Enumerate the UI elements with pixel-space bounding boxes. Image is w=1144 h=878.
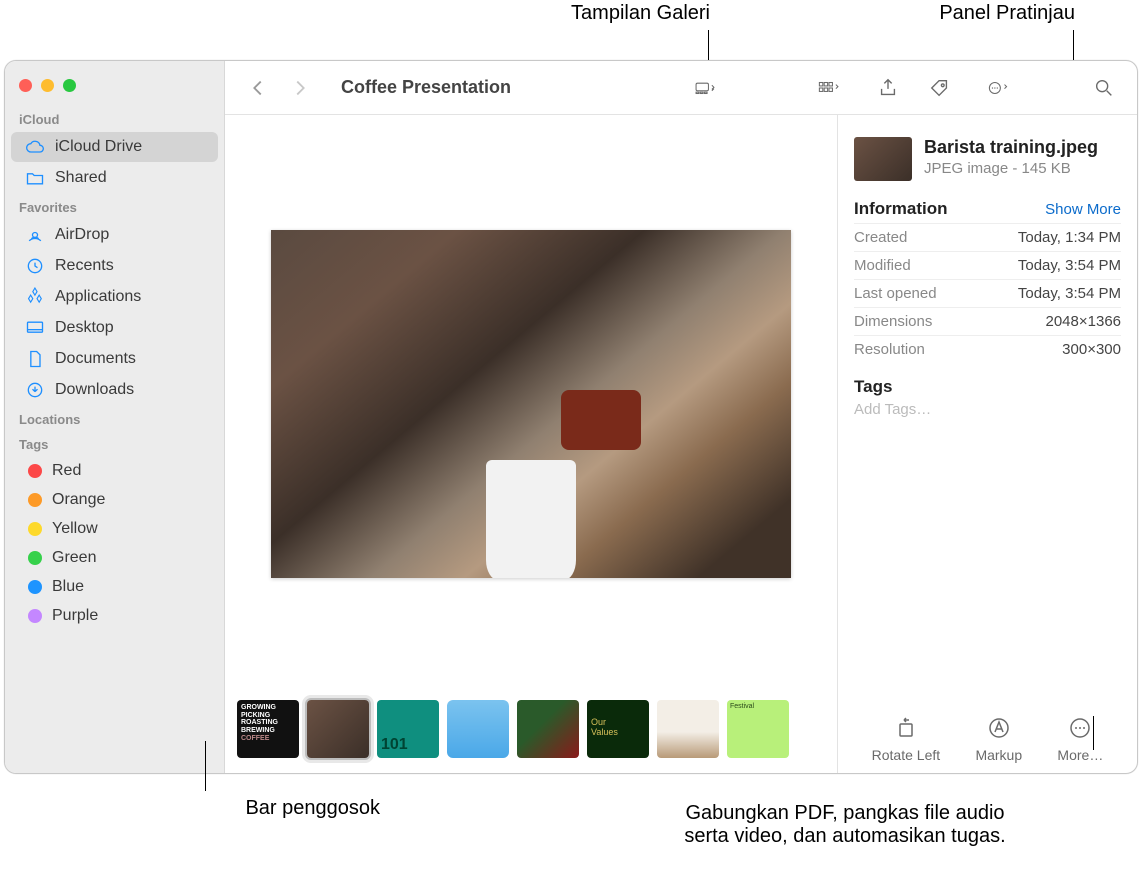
callout-preview-panel: Panel Pratinjau <box>855 2 1075 25</box>
sidebar-item-label: Purple <box>52 607 98 625</box>
preview-stage <box>225 115 837 693</box>
sidebar-item-label: iCloud Drive <box>55 138 142 156</box>
sidebar-tag-orange[interactable]: Orange <box>11 486 218 514</box>
sidebar-section-locations: Locations <box>5 406 224 431</box>
back-button[interactable] <box>241 74 275 102</box>
tag-dot-icon <box>28 551 42 565</box>
tag-dot-icon <box>28 522 42 536</box>
sidebar-tag-blue[interactable]: Blue <box>11 573 218 601</box>
cloud-icon <box>25 137 45 157</box>
view-mode-gallery-button[interactable] <box>681 74 729 102</box>
sidebar-item-label: Desktop <box>55 319 114 337</box>
gallery-area: GROWINGPICKINGROASTINGBREWINGCOFFEE 101 … <box>225 115 837 773</box>
callout-scrubber-bar: Bar penggosok <box>120 797 380 820</box>
main-area: Coffee Presentation GROWINGPICKINGROASTI… <box>225 61 1137 773</box>
thumb-item[interactable]: GROWINGPICKINGROASTINGBREWINGCOFFEE <box>237 700 299 758</box>
more-icon <box>1066 715 1094 741</box>
tags-header: Tags <box>854 377 1121 397</box>
fullscreen-button[interactable] <box>63 79 76 92</box>
preview-thumbnail <box>854 137 912 181</box>
doc-icon <box>25 349 45 369</box>
info-row-created: CreatedToday, 1:34 PM <box>854 223 1121 251</box>
sidebar-item-applications[interactable]: Applications <box>11 282 218 312</box>
tag-dot-icon <box>28 609 42 623</box>
sidebar-item-label: Recents <box>55 257 114 275</box>
thumb-item-folder[interactable] <box>447 700 509 758</box>
airdrop-icon <box>25 225 45 245</box>
group-by-button[interactable] <box>805 74 853 102</box>
sidebar-tag-yellow[interactable]: Yellow <box>11 515 218 543</box>
info-row-last-opened: Last openedToday, 3:54 PM <box>854 279 1121 307</box>
thumb-item[interactable] <box>657 700 719 758</box>
clock-icon <box>25 256 45 276</box>
tags-button[interactable] <box>923 74 957 102</box>
sidebar-item-label: AirDrop <box>55 226 109 244</box>
folder-shared-icon <box>25 168 45 188</box>
thumb-item[interactable]: 101 <box>377 700 439 758</box>
finder-window: iCloud iCloud Drive Shared Favorites Air… <box>4 60 1138 774</box>
sidebar-item-label: Green <box>52 549 96 567</box>
sidebar-section-favorites: Favorites <box>5 194 224 219</box>
sidebar-item-icloud-drive[interactable]: iCloud Drive <box>11 132 218 162</box>
thumb-item[interactable] <box>307 700 369 758</box>
sidebar-item-label: Red <box>52 462 81 480</box>
forward-button[interactable] <box>283 74 317 102</box>
toolbar: Coffee Presentation <box>225 61 1137 115</box>
window-controls <box>5 69 224 106</box>
info-row-modified: ModifiedToday, 3:54 PM <box>854 251 1121 279</box>
preview-file-name: Barista training.jpeg <box>924 137 1098 158</box>
tag-dot-icon <box>28 464 42 478</box>
tag-dot-icon <box>28 580 42 594</box>
sidebar-item-documents[interactable]: Documents <box>11 344 218 374</box>
sidebar-item-recents[interactable]: Recents <box>11 251 218 281</box>
info-row-resolution: Resolution300×300 <box>854 335 1121 363</box>
share-button[interactable] <box>871 74 905 102</box>
info-header: Information <box>854 199 948 219</box>
close-button[interactable] <box>19 79 32 92</box>
more-actions-button[interactable] <box>975 74 1023 102</box>
sidebar-item-downloads[interactable]: Downloads <box>11 375 218 405</box>
sidebar-tag-red[interactable]: Red <box>11 457 218 485</box>
search-button[interactable] <box>1087 74 1121 102</box>
markup-icon <box>985 715 1013 741</box>
sidebar-tag-purple[interactable]: Purple <box>11 602 218 630</box>
thumb-item[interactable]: OurValues <box>587 700 649 758</box>
sidebar: iCloud iCloud Drive Shared Favorites Air… <box>5 61 225 773</box>
sidebar-item-airdrop[interactable]: AirDrop <box>11 220 218 250</box>
preview-panel: Barista training.jpeg JPEG image - 145 K… <box>837 115 1137 773</box>
minimize-button[interactable] <box>41 79 54 92</box>
sidebar-item-shared[interactable]: Shared <box>11 163 218 193</box>
sidebar-section-tags: Tags <box>5 431 224 456</box>
sidebar-item-label: Downloads <box>55 381 134 399</box>
selected-file-preview[interactable] <box>271 230 791 578</box>
rotate-left-icon <box>892 715 920 741</box>
sidebar-item-label: Shared <box>55 169 107 187</box>
sidebar-item-desktop[interactable]: Desktop <box>11 313 218 343</box>
tag-dot-icon <box>28 493 42 507</box>
thumb-item[interactable]: Festival <box>727 700 789 758</box>
apps-icon <box>25 287 45 307</box>
callout-more-hint: Gabungkan PDF, pangkas file audio serta … <box>575 756 1115 848</box>
preview-file-meta: JPEG image - 145 KB <box>924 160 1098 177</box>
info-row-dimensions: Dimensions2048×1366 <box>854 307 1121 335</box>
desktop-icon <box>25 318 45 338</box>
sidebar-item-label: Blue <box>52 578 84 596</box>
sidebar-item-label: Applications <box>55 288 141 306</box>
download-icon <box>25 380 45 400</box>
sidebar-item-label: Documents <box>55 350 136 368</box>
thumb-item[interactable] <box>517 700 579 758</box>
add-tags-field[interactable]: Add Tags… <box>854 401 1121 418</box>
callout-gallery-view: Tampilan Galeri <box>490 2 710 25</box>
sidebar-tag-green[interactable]: Green <box>11 544 218 572</box>
sidebar-item-label: Yellow <box>52 520 98 538</box>
show-more-link[interactable]: Show More <box>1045 201 1121 218</box>
window-title: Coffee Presentation <box>341 77 511 98</box>
sidebar-section-icloud: iCloud <box>5 106 224 131</box>
sidebar-item-label: Orange <box>52 491 105 509</box>
